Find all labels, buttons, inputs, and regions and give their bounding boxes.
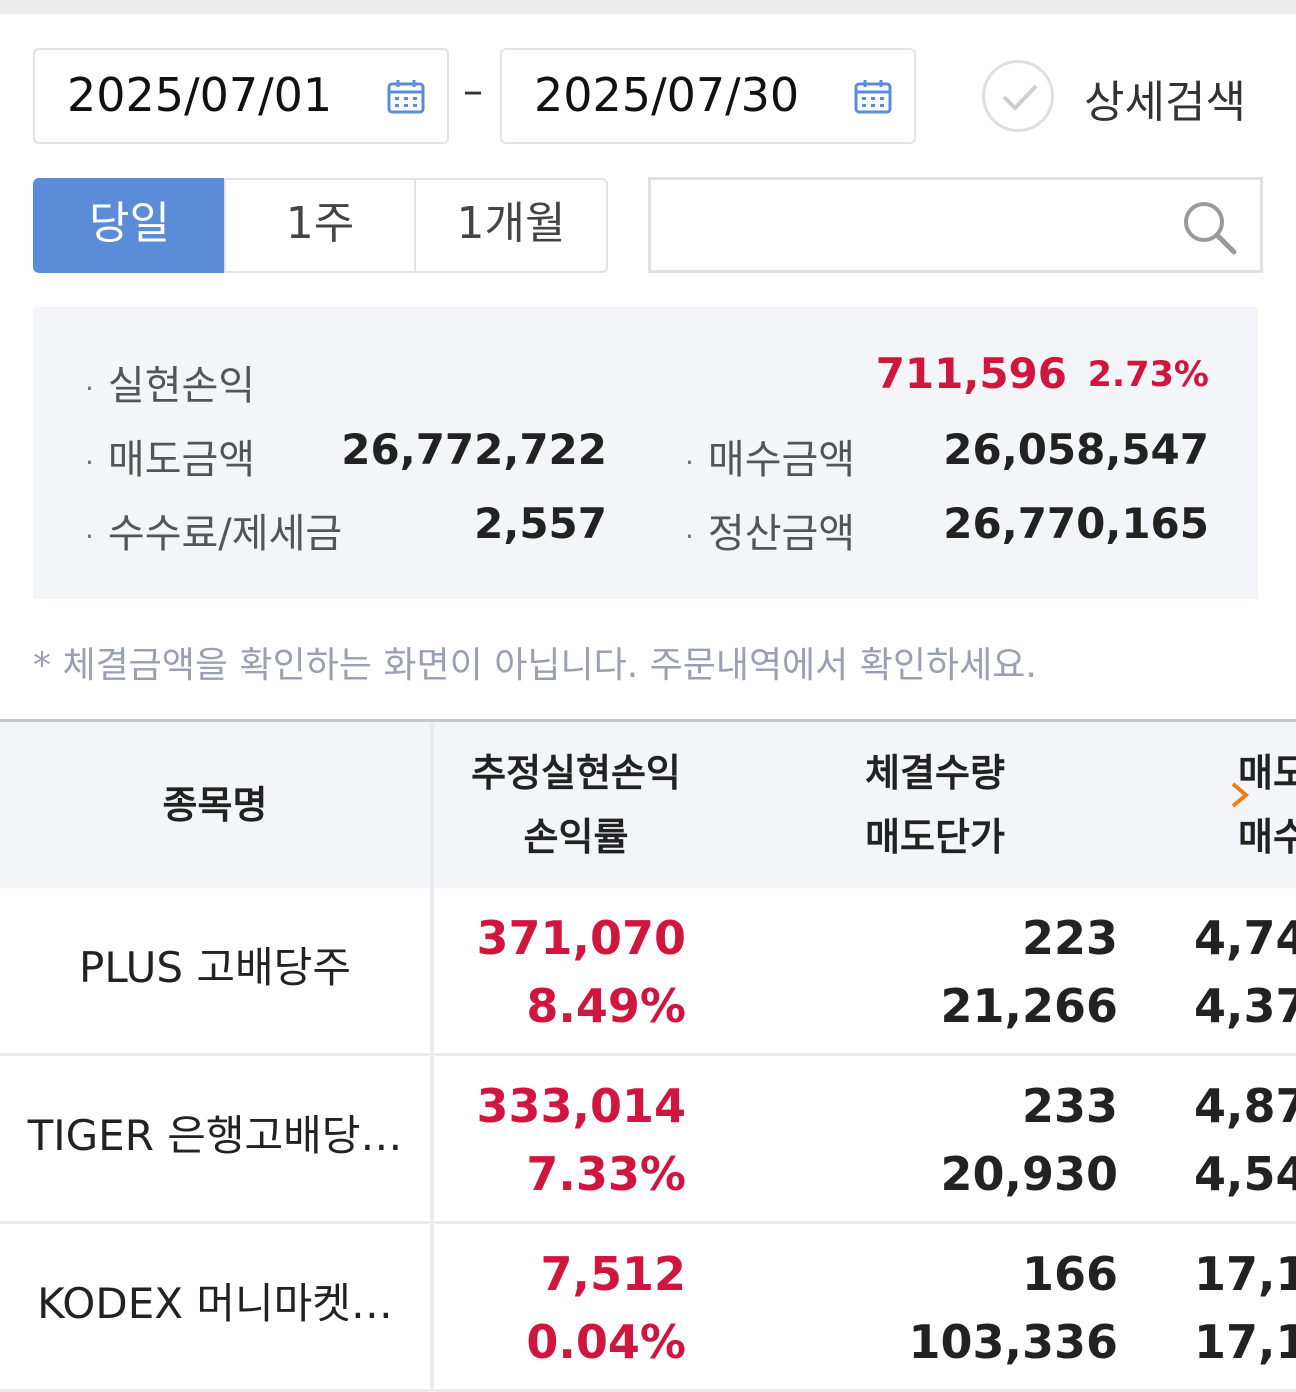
est-pl-value: 7,512	[540, 1247, 686, 1301]
sell-amount-value: 17,15	[1194, 1247, 1296, 1301]
qty-cell: 223 21,266	[800, 904, 1118, 1040]
buy-amount-label: · 매수금액	[685, 437, 856, 483]
buy-amount-value: 4,37	[1194, 979, 1296, 1033]
sell-amount-value: 26,772,722	[341, 425, 607, 474]
exec-qty-value: 223	[1021, 911, 1118, 965]
buy-amount-value: 26,058,547	[943, 425, 1209, 474]
sell-price-value: 20,930	[940, 1147, 1118, 1201]
detail-search-checkbox[interactable]	[982, 60, 1054, 132]
tab-1-month[interactable]: 1개월	[414, 178, 608, 273]
header-buy-amount: 매수	[1238, 815, 1296, 859]
stock-search-box	[648, 177, 1263, 273]
est-pl-cell: 7,512 0.04%	[440, 1240, 686, 1376]
table-row[interactable]: KODEX 머니마켓… 7,5120.04% 166103,336 17,151…	[0, 1224, 1296, 1392]
calendar-icon[interactable]	[854, 78, 892, 116]
qty-cell: 233 20,930	[800, 1072, 1118, 1208]
fee-tax-value: 2,557	[474, 499, 607, 548]
stock-name: PLUS 고배당주	[79, 943, 351, 992]
sell-price-value: 21,266	[940, 979, 1118, 1033]
date-separator: –	[463, 68, 483, 114]
header-est-pl: 추정실현손익	[471, 751, 681, 795]
est-pl-value: 333,014	[476, 1079, 686, 1133]
qty-cell: 166 103,336	[800, 1240, 1118, 1376]
est-pl-value: 371,070	[476, 911, 686, 965]
header-stock-name: 종목명	[162, 783, 268, 827]
realized-pl-rate: 2.73%	[1087, 355, 1209, 395]
chevron-right-icon[interactable]	[1229, 780, 1251, 810]
amount-cell: 17,15 17,14	[1194, 1240, 1296, 1376]
tab-today[interactable]: 당일	[33, 178, 226, 273]
start-date-field[interactable]: 2025/07/01	[33, 48, 449, 144]
table-header: 종목명 추정실현손익 손익률 체결수량 매도단가 매도 매수	[0, 722, 1296, 888]
top-status-strip	[0, 0, 1296, 14]
pl-rate-value: 7.33%	[526, 1147, 686, 1201]
fee-tax-label: · 수수료/제세금	[85, 511, 343, 557]
exec-qty-value: 166	[1021, 1247, 1118, 1301]
start-date-value: 2025/07/01	[67, 68, 333, 122]
sell-amount-value: 4,74	[1194, 911, 1296, 965]
check-icon	[1002, 84, 1038, 111]
tab-1-week[interactable]: 1주	[224, 178, 416, 273]
amount-cell: 4,74 4,37	[1194, 904, 1296, 1040]
sell-price-value: 103,336	[908, 1315, 1118, 1369]
search-icon[interactable]	[1180, 198, 1238, 256]
realized-pl-value: 711,596	[875, 349, 1067, 398]
est-pl-cell: 333,014 7.33%	[440, 1072, 686, 1208]
buy-amount-value: 17,14	[1194, 1315, 1296, 1369]
exec-qty-value: 233	[1021, 1079, 1118, 1133]
column-divider	[430, 722, 434, 1392]
realized-pl-label: · 실현손익	[85, 363, 256, 409]
header-exec-qty: 체결수량	[865, 751, 1005, 795]
sell-amount-value: 4,87	[1194, 1079, 1296, 1133]
end-date-value: 2025/07/30	[534, 68, 800, 122]
pl-rate-value: 8.49%	[526, 979, 686, 1033]
stock-name: KODEX 머니마켓…	[37, 1279, 393, 1328]
table-row[interactable]: PLUS 고배당주 371,070 8.49% 223 21,266 4,74 4,3…	[0, 888, 1296, 1056]
table-row[interactable]: TIGER 은행고배당… 333,014 7.33% 233 20,930 4,87…	[0, 1056, 1296, 1224]
header-sell-price: 매도단가	[865, 815, 1005, 859]
settlement-amount-label: · 정산금액	[685, 511, 856, 557]
stock-name: TIGER 은행고배당…	[27, 1111, 403, 1160]
amount-cell: 4,87 4,54	[1194, 1072, 1296, 1208]
realized-pl-table: 종목명 추정실현손익 손익률 체결수량 매도단가 매도 매수 PLUS 고배당주…	[0, 719, 1296, 1392]
buy-amount-value: 4,54	[1194, 1147, 1296, 1201]
summary-panel: · 실현손익 711,596 2.73% · 매도금액 26,772,722 · 매수…	[33, 307, 1258, 599]
notice-text: * 체결금액을 확인하는 화면이 아닙니다. 주문내역에서 확인하세요.	[33, 645, 1037, 686]
header-pl-rate: 손익률	[523, 815, 629, 859]
calendar-icon[interactable]	[387, 78, 425, 116]
search-input[interactable]	[661, 190, 1171, 260]
est-pl-cell: 371,070 8.49%	[440, 904, 686, 1040]
settlement-amount-value: 26,770,165	[943, 499, 1209, 548]
detail-search-label[interactable]: 상세검색	[1084, 66, 1246, 130]
sell-amount-label: · 매도금액	[85, 437, 256, 483]
pl-rate-value: 0.04%	[526, 1315, 686, 1369]
end-date-field[interactable]: 2025/07/30	[500, 48, 916, 144]
